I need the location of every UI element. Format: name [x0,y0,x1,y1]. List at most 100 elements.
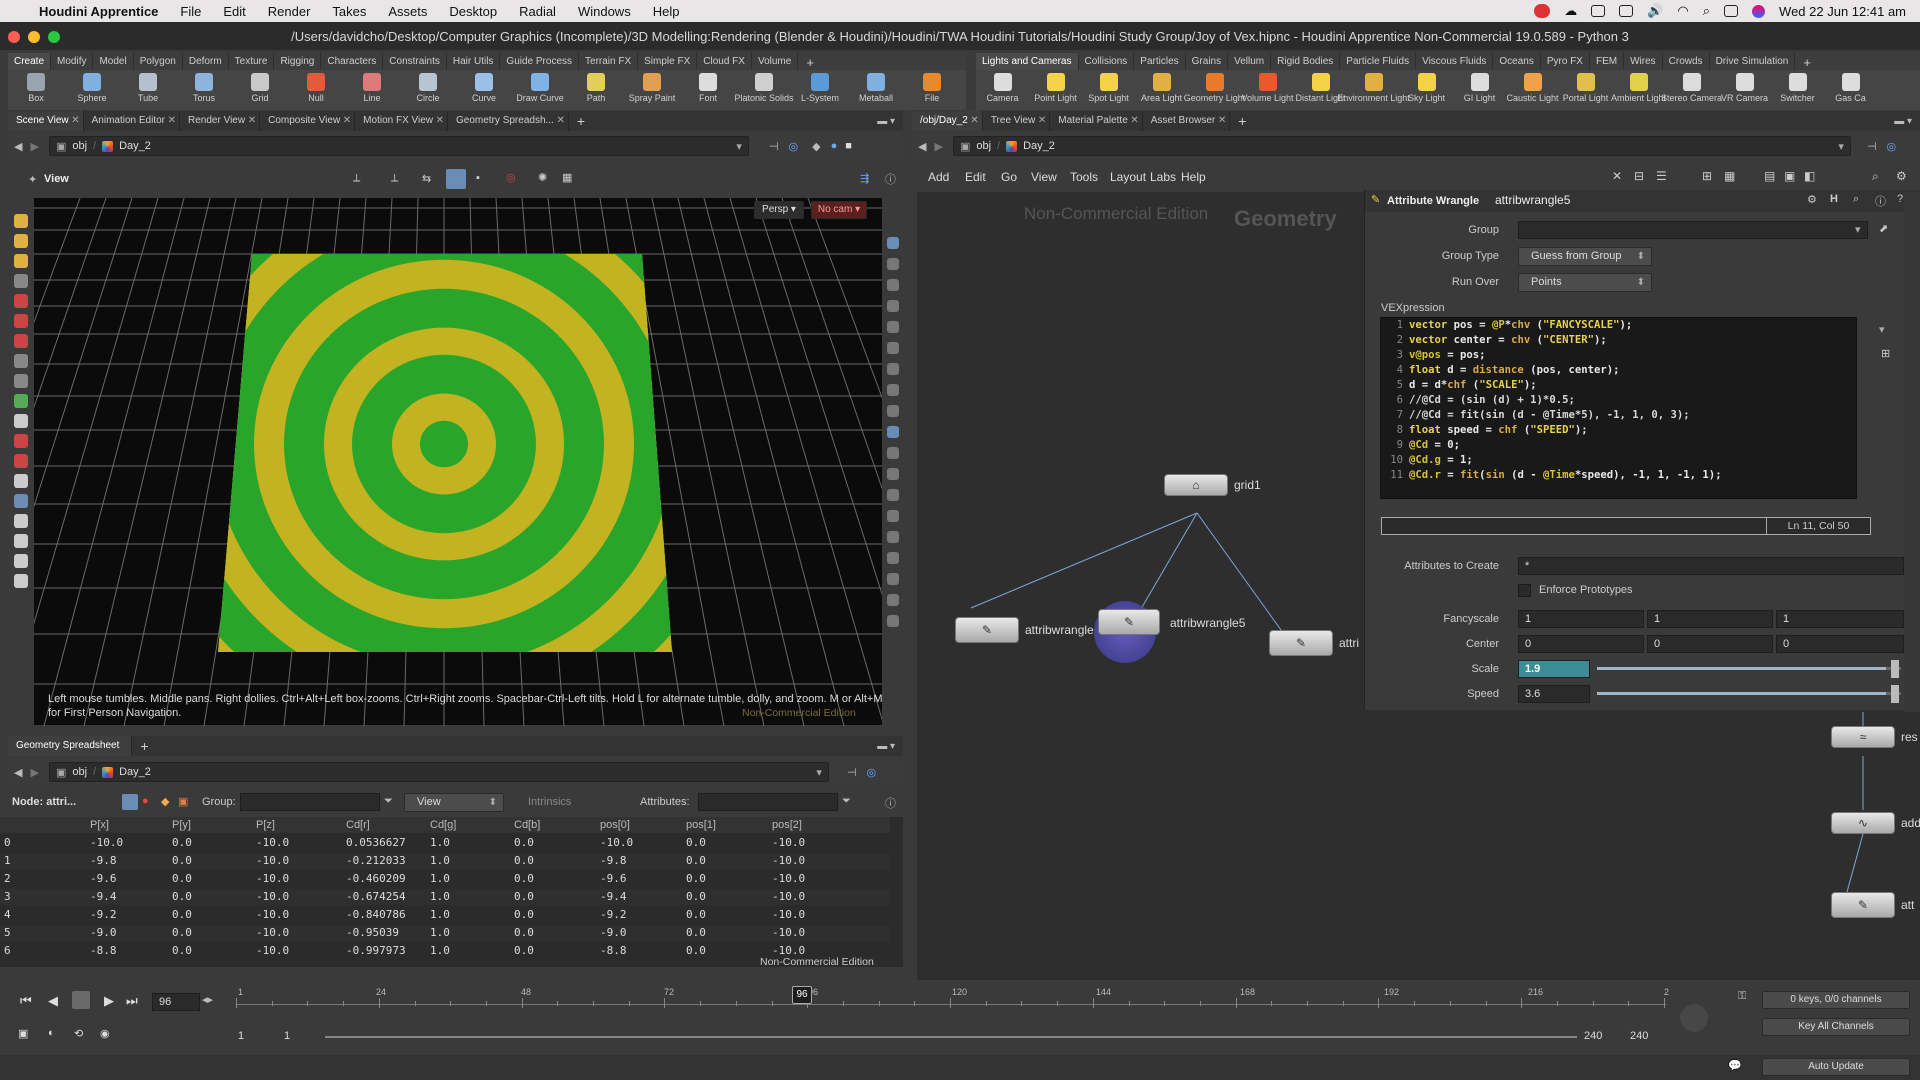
tab-motion-fx-view[interactable]: Motion FX View ✕ [355,111,449,131]
volume-icon[interactable]: 🔊 [1647,3,1663,19]
viewport-layout-icon[interactable]: ⇶ [860,172,869,185]
primitives-icon[interactable]: ◆ [161,795,169,808]
link-icon-2[interactable]: ◎ [867,766,877,779]
display-option-12-icon[interactable] [886,468,899,480]
jump-start-icon[interactable]: ⏮ [20,993,32,1009]
shelf-tool-switcher[interactable]: Switcher [1771,70,1824,110]
network-menu-labs[interactable]: Labs [1150,170,1176,184]
menu-edit[interactable]: Edit [212,4,256,19]
display-option-4-icon[interactable] [886,300,899,312]
network-menu-view[interactable]: View [1031,170,1057,184]
current-frame-marker[interactable]: 96 [792,986,812,1004]
menu-windows[interactable]: Windows [567,4,642,19]
display-option-13-icon[interactable] [886,489,899,501]
shelf-tab-crowds[interactable]: Crowds [1663,53,1710,70]
attributes-filter-input[interactable] [698,793,838,811]
tab-scene-view[interactable]: Scene View ✕ [8,111,84,131]
network-menu-go[interactable]: Go [1001,170,1017,184]
select-group-arrow-icon[interactable]: ⬈ [1879,222,1888,235]
frame-step-icon[interactable]: ◂▸ [202,993,213,1006]
filter-icon[interactable]: ⏷ [384,795,393,808]
minimize-window-button[interactable] [28,31,40,43]
display-option-3-icon[interactable] [886,279,899,291]
table-row[interactable]: 0 -10.0 0.0 -10.0 0.0536627 1.0 0.0 -10.0 0.0 -10… [0,835,890,851]
network-menu-add[interactable]: Add [928,170,949,184]
shelf-tab-create[interactable]: Create [8,53,52,70]
path-dropdown-icon[interactable]: ▾ [736,140,742,153]
display-option-10-icon[interactable] [886,426,899,438]
shelf-tool-sky-light[interactable]: Sky Light [1400,70,1453,110]
network-path[interactable]: ▣ obj / Day_2 ▾ [48,136,749,156]
shelf-tool-area-light[interactable]: Area Light [1135,70,1188,110]
tab-asset-browser[interactable]: Asset Browser ✕ [1143,111,1231,131]
shelf-tab-wires[interactable]: Wires [1624,53,1663,70]
table-row[interactable]: 6 -8.8 0.0 -10.0 -0.997973 1.0 0.0 -8.8 0.0 -10.0 [0,943,890,959]
code-line[interactable]: 1 vector pos = @P*chv ("FANCYSCALE"); [1381,318,1856,333]
menu-desktop[interactable]: Desktop [438,4,508,19]
forward-arrow-icon-3[interactable]: ▶ [934,140,942,153]
shelf-tool-draw-curve[interactable]: Draw Curve [512,70,568,110]
menu-render[interactable]: Render [257,4,322,19]
geometry-spreadsheet-table[interactable]: P[x] P[y] P[z] Cd[r] Cd[g] Cd[b] pos[0] pos[1] p… [0,817,903,968]
shelf-tab-texture[interactable]: Texture [229,53,275,70]
snap-grid-icon[interactable]: ⟂ [391,172,398,185]
vex-code-editor[interactable]: 1 vector pos = @P*chv ("FANCYSCALE"); 2 vec… [1380,317,1857,499]
display-option-8-icon[interactable] [886,384,899,396]
column-header[interactable]: pos[1] [686,817,716,833]
lasso2-tool-icon[interactable] [14,434,28,448]
magnet2-tool-icon[interactable] [14,454,28,468]
table-row[interactable]: 3 -9.4 0.0 -10.0 -0.674254 1.0 0.0 -9.4 0.0 -10.0 [0,889,890,905]
help-icon-2[interactable]: ⓘ [885,795,896,811]
shelf-tab-particles[interactable]: Particles [1134,53,1186,70]
shelf-tool-null[interactable]: Null [288,70,344,110]
siri-icon[interactable] [1752,4,1766,18]
node-add[interactable]: ∿ add [1831,812,1920,834]
tab-geometry-spreadsheet[interactable]: Geometry Spreadsheet [8,736,133,756]
shelf-tab-collisions[interactable]: Collisions [1079,53,1135,70]
shelf-tool-line[interactable]: Line [344,70,400,110]
notifications-icon[interactable]: 💬 [1728,1059,1742,1072]
code-line[interactable]: 3 v@pos = pos; [1381,348,1856,363]
app-menu[interactable]: Houdini Apprentice [28,4,169,19]
sculpt-tool-icon[interactable] [14,334,28,348]
close-window-button[interactable] [8,31,20,43]
vex-create-params-icon[interactable]: ⊞ [1881,347,1890,360]
close-tab-icon[interactable]: ✕ [1218,111,1226,131]
play-button[interactable]: ▶ [104,993,114,1009]
net-path-obj[interactable]: obj [976,140,991,152]
run-over-dropdown[interactable]: Points [1518,273,1652,292]
intrinsics-dropdown[interactable]: Intrinsics [528,796,571,808]
network-help-icon[interactable]: ⚙ [1896,169,1907,183]
select-mode-icon[interactable] [446,169,466,189]
view-dropdown[interactable]: View [404,793,504,812]
shelf-tool-caustic-light[interactable]: Caustic Light [1506,70,1559,110]
code-line[interactable]: 4 float d = distance (pos, center); [1381,363,1856,378]
path-node[interactable]: Day_2 [119,140,151,152]
help-icon[interactable]: ⓘ [885,171,896,187]
pin-icon-2[interactable]: ⊣ [847,766,857,779]
code-line[interactable]: 6 //@Cd = (sin (d) + 1)*0.5; [1381,393,1856,408]
code-line[interactable]: 9 @Cd = 0; [1381,438,1856,453]
display-option-6-icon[interactable] [886,342,899,354]
display-option-17-icon[interactable] [886,573,899,585]
pane-menu-icon-3[interactable]: ▬ ▾ [1894,116,1912,127]
shelf-tool-spray-paint[interactable]: Spray Paint [624,70,680,110]
gear-icon[interactable]: ⚙ [1807,193,1817,206]
tab-material-palette[interactable]: Material Palette ✕ [1050,111,1143,131]
shelf-tool-distant-light[interactable]: Distant Light [1294,70,1347,110]
frame-icon[interactable]: ▪ [476,172,480,184]
node-attribwrangle-right[interactable]: ✎ attri [1269,630,1359,656]
tab-tree-view[interactable]: Tree View ✕ [983,111,1051,131]
spotlight-search-icon[interactable]: ⌕ [1703,3,1710,19]
close-tab-icon[interactable]: ✕ [556,111,564,131]
network-palette-icon[interactable]: ▣ [1784,169,1795,183]
enforce-prototypes-checkbox[interactable] [1518,584,1531,597]
fancyscale-z[interactable]: 1 [1776,610,1904,628]
close-tab-icon[interactable]: ✕ [71,111,79,131]
scale-tool-icon[interactable] [14,274,28,288]
speed-slider[interactable] [1597,692,1901,695]
vex-menu-icon[interactable]: ▾ [1879,323,1885,336]
shelf-tool-grid[interactable]: Grid [232,70,288,110]
center-x[interactable]: 0 [1518,635,1644,653]
snap-icon[interactable]: ⟂ [353,172,360,185]
